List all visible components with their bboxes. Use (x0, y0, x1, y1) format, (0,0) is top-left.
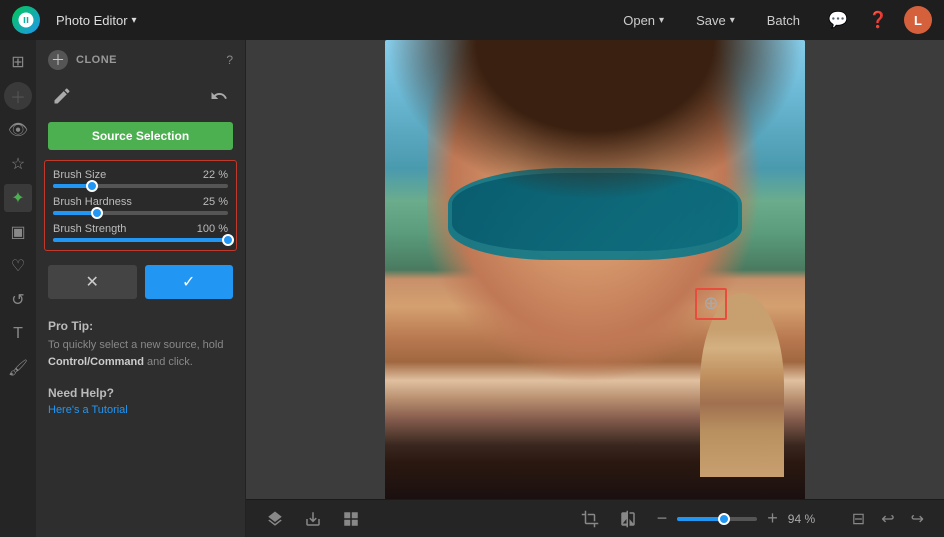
avatar[interactable]: L (904, 6, 932, 34)
left-iconbar: ⊞ ＋ 👁 ☆ ✦ ▣ ♡ ↺ T 🖌 (0, 40, 36, 537)
compare-icon[interactable] (615, 506, 641, 532)
eye-icon[interactable]: 👁 (4, 116, 32, 144)
zoom-label: 94 % (788, 512, 824, 526)
clone-stamp-icon[interactable] (48, 82, 76, 110)
brush-size-label: Brush Size (53, 169, 106, 181)
batch-button[interactable]: Batch (759, 9, 808, 32)
brush-size-track[interactable] (53, 184, 228, 188)
brush-hardness-slider-row: Brush Hardness 25 % (53, 196, 228, 215)
crop-bottom-icon[interactable] (577, 506, 603, 532)
brush-strength-fill (53, 238, 228, 242)
sliders-box: Brush Size 22 % Brush Hardness 25 % (44, 160, 237, 251)
clone-crosshair-icon: ⊕ (703, 293, 718, 314)
brush-icon[interactable]: 🖌 (4, 354, 32, 382)
export-icon[interactable] (300, 506, 326, 532)
source-selection-button[interactable]: Source Selection (48, 122, 233, 150)
undo-icon[interactable] (205, 82, 233, 110)
panel-header: ＋ CLONE ? (36, 40, 245, 76)
grid-icon[interactable] (338, 506, 364, 532)
brush-size-thumb[interactable] (86, 180, 98, 192)
pro-tip-title: Pro Tip: (48, 319, 233, 333)
help-icon[interactable]: ❓ (864, 6, 892, 34)
panel: ＋ CLONE ? Source Selection Brush Size 22… (36, 40, 246, 537)
fit-icon[interactable]: ⊟ (848, 505, 869, 533)
zoom-slider[interactable] (677, 517, 757, 521)
brush-strength-value: 100 % (197, 223, 228, 235)
panel-title: CLONE (76, 54, 218, 66)
brush-strength-thumb[interactable] (222, 234, 234, 246)
text-icon[interactable]: T (4, 320, 32, 348)
open-button[interactable]: Open ▾ (615, 9, 672, 32)
brush-hardness-value: 25 % (203, 196, 228, 208)
brush-strength-label: Brush Strength (53, 223, 126, 235)
action-buttons: ✕ ✓ (36, 261, 245, 311)
brush-hardness-track[interactable] (53, 211, 228, 215)
main: ⊞ ＋ 👁 ☆ ✦ ▣ ♡ ↺ T 🖌 ＋ CLONE ? Source Sel… (0, 40, 944, 537)
save-button[interactable]: Save ▾ (688, 9, 743, 32)
panel-add-button[interactable]: ＋ (48, 50, 68, 70)
pro-tip: Pro Tip: To quickly select a new source,… (36, 311, 245, 378)
confirm-button[interactable]: ✓ (145, 265, 234, 299)
canvas-area: ⊕ − (246, 40, 944, 537)
brush-size-value: 22 % (203, 169, 228, 181)
layers-bottom-icon[interactable] (262, 506, 288, 532)
brush-hardness-label: Brush Hardness (53, 196, 132, 208)
heart-icon[interactable]: ♡ (4, 252, 32, 280)
pro-tip-text: To quickly select a new source, hold Con… (48, 337, 233, 370)
zoom-out-button[interactable]: − (653, 506, 672, 531)
bottom-bar: − + 94 % ⊟ ↩ ↪ (246, 499, 944, 537)
photo-canvas[interactable]: ⊕ (385, 40, 805, 499)
panel-tools (36, 76, 245, 116)
star-icon[interactable]: ☆ (4, 150, 32, 178)
need-help-title: Need Help? (48, 386, 233, 400)
brush-size-slider-row: Brush Size 22 % (53, 169, 228, 188)
topbar: Photo Editor ▾ Open ▾ Save ▾ Batch 💬 ❓ L (0, 0, 944, 40)
bottom-right-icons: ⊟ ↩ ↪ (848, 505, 928, 533)
logo[interactable] (12, 6, 40, 34)
tutorial-link[interactable]: Here's a Tutorial (48, 404, 233, 416)
zoom-in-button[interactable]: + (763, 506, 782, 531)
effects-icon[interactable]: ✦ (4, 184, 32, 212)
undo-bottom-icon[interactable]: ↩ (877, 505, 898, 533)
redo-bottom-icon[interactable]: ↪ (907, 505, 928, 533)
topbar-right: 💬 ❓ L (824, 6, 932, 34)
rotate-icon[interactable]: ↺ (4, 286, 32, 314)
add-icon[interactable]: ＋ (4, 82, 32, 110)
chat-icon[interactable]: 💬 (824, 6, 852, 34)
canvas-wrapper[interactable]: ⊕ (246, 40, 944, 499)
zoom-thumb[interactable] (718, 513, 730, 525)
clone-indicator: ⊕ (695, 288, 727, 320)
brush-strength-slider-row: Brush Strength 100 % (53, 223, 228, 242)
brush-strength-track[interactable] (53, 238, 228, 242)
zoom-controls: − + 94 % (653, 506, 824, 531)
panel-help-icon[interactable]: ? (226, 53, 233, 67)
layers-icon[interactable]: ▣ (4, 218, 32, 246)
crop-tool-icon[interactable]: ⊞ (4, 48, 32, 76)
need-help: Need Help? Here's a Tutorial (36, 378, 245, 424)
app-name[interactable]: Photo Editor ▾ (56, 13, 137, 28)
brush-hardness-thumb[interactable] (91, 207, 103, 219)
cancel-button[interactable]: ✕ (48, 265, 137, 299)
